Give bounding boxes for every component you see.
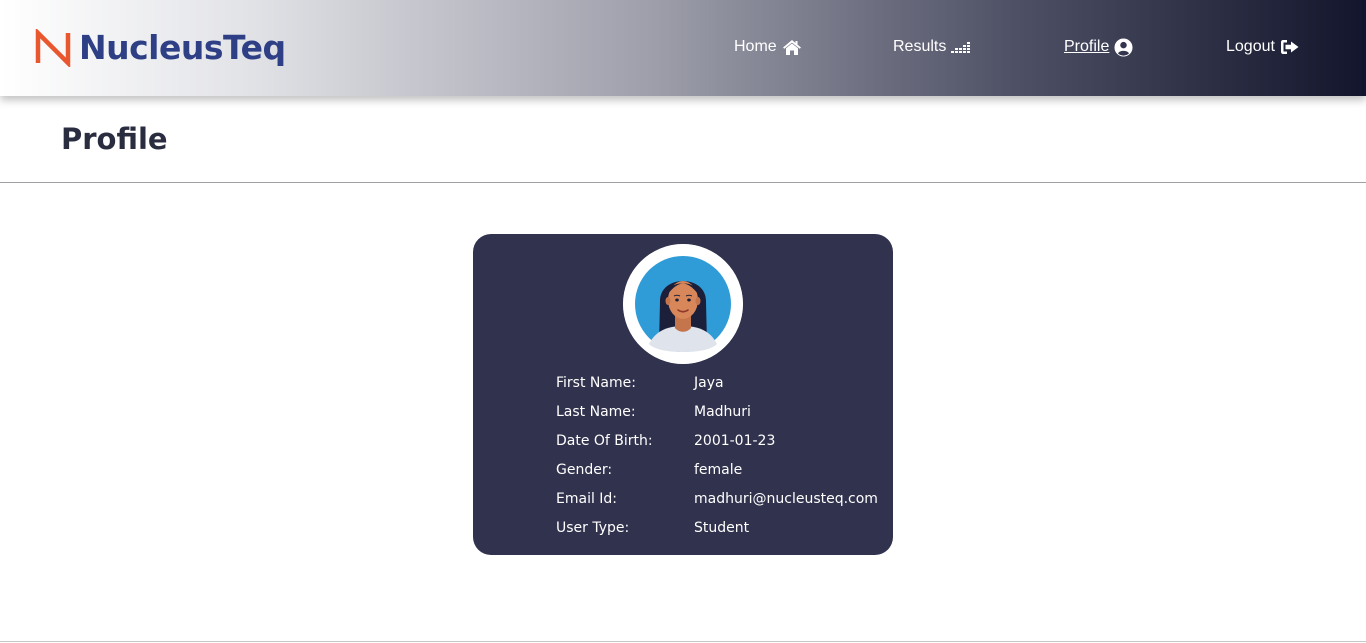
nav-home-label: Home <box>734 38 777 55</box>
brand-name: NucleusTeq <box>79 28 286 67</box>
user-type-value: Student <box>694 520 750 536</box>
date-of-birth-label: Date Of Birth: <box>556 433 653 449</box>
email-label: Email Id: <box>556 491 618 507</box>
header-divider <box>0 182 1366 183</box>
nav-profile-link[interactable]: Profile <box>1064 36 1133 58</box>
brand-logo[interactable]: NucleusTeq <box>34 28 286 68</box>
profile-card: First Name: Jaya Last Name: Madhuri Date… <box>473 234 893 555</box>
avatar-woman-image <box>623 244 743 364</box>
top-navbar: NucleusTeq Home Results Profile Logout <box>0 0 1366 96</box>
nav-profile-label: Profile <box>1064 38 1110 55</box>
nav-results-link[interactable]: Results <box>893 36 971 58</box>
gender-value: female <box>694 462 743 478</box>
nav-logout-label: Logout <box>1226 38 1275 55</box>
first-name-label: First Name: <box>556 375 636 391</box>
last-name-value: Madhuri <box>694 404 751 420</box>
user-circle-icon <box>1114 37 1133 57</box>
page-title: Profile <box>61 122 168 156</box>
nav-home-link[interactable]: Home <box>734 36 802 58</box>
nav-results-label: Results <box>893 38 947 55</box>
nucleusteq-logo-icon <box>35 29 71 67</box>
nav-logout-link[interactable]: Logout <box>1226 36 1300 58</box>
last-name-label: Last Name: <box>556 404 636 420</box>
footer-divider <box>0 641 1366 642</box>
results-bars-icon <box>951 40 971 54</box>
first-name-value: Jaya <box>694 375 724 391</box>
email-value: madhuri@nucleusteq.com <box>694 491 878 507</box>
user-type-label: User Type: <box>556 520 630 536</box>
logout-icon <box>1280 39 1300 55</box>
date-of-birth-value: 2001-01-23 <box>694 433 776 449</box>
gender-label: Gender: <box>556 462 613 478</box>
home-icon <box>782 39 802 56</box>
